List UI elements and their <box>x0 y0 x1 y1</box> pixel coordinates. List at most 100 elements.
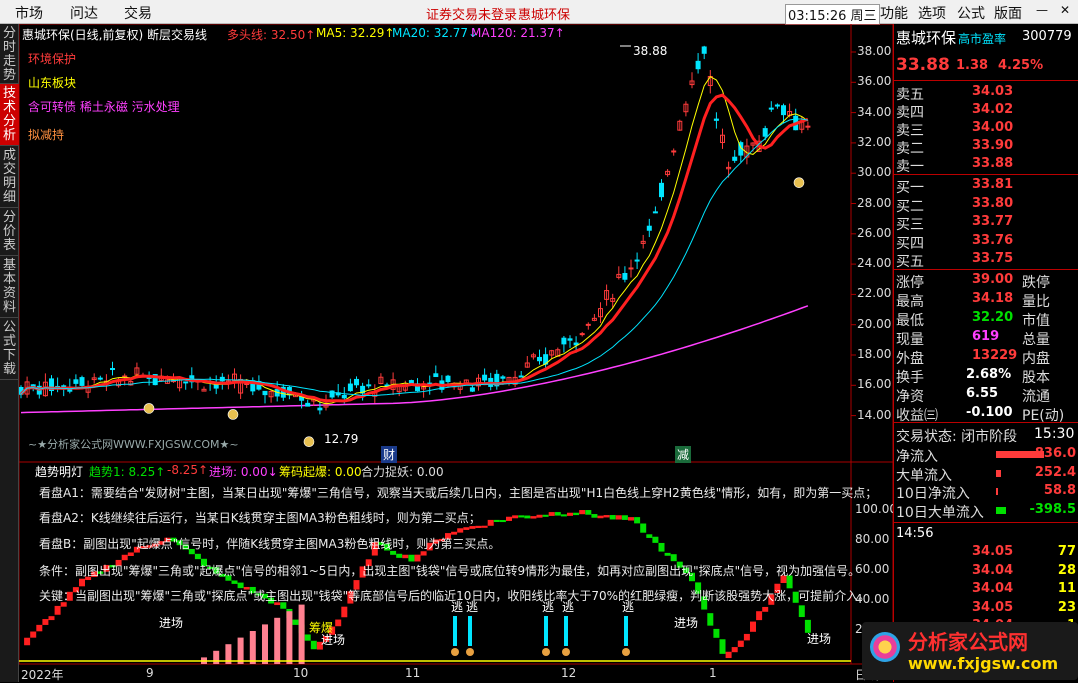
tab-intraday[interactable]: 分时走势 <box>0 24 19 84</box>
signal-escape: 逃 <box>451 600 464 614</box>
trend-step <box>756 611 763 621</box>
legend-entry: 进场: 0.00↓ <box>209 465 278 479</box>
login-notice[interactable]: 证券交易未登录 <box>426 4 517 23</box>
clock: 03:15:26 周三 <box>785 4 880 25</box>
legend-ma120: MA120: 21.37↑ <box>471 26 565 40</box>
trend-step <box>579 510 586 515</box>
tick-volume: 28 <box>1057 562 1076 578</box>
tag-shandong: 山东板块 <box>28 76 77 90</box>
trend-step <box>707 613 714 626</box>
ma5-line <box>20 76 809 405</box>
tab-trade-detail[interactable]: 成交明细 <box>0 146 19 208</box>
escape-signal-bar <box>624 616 628 646</box>
flow-bar <box>996 506 1006 514</box>
flow-label: 10日大单流入 <box>896 504 984 521</box>
menu-function[interactable]: 功能 <box>880 3 908 23</box>
candle-body <box>445 375 451 383</box>
menu-layout[interactable]: 版面 <box>994 3 1022 23</box>
stat-value: 34.18 <box>972 291 1014 306</box>
flow-label: 净流入 <box>896 449 938 465</box>
trend-step <box>628 517 634 521</box>
menu-market[interactable]: 市场 <box>15 3 43 23</box>
tick-price: 34.04 <box>972 581 1014 596</box>
flow-bar <box>996 488 998 495</box>
tab-basic-info[interactable]: 基本资料 <box>0 256 19 318</box>
candle-body <box>366 384 372 387</box>
legend-trend-neg: -8.25↑ <box>167 463 209 477</box>
candle-body <box>762 128 768 137</box>
divider <box>894 174 1078 175</box>
tag-reduce-holding: 拟减持 <box>28 128 65 142</box>
trend-step <box>731 647 738 653</box>
stat-label: 最高 <box>896 294 924 310</box>
price-tick-label: 34.00 <box>857 104 892 119</box>
trend-step <box>524 515 531 519</box>
flow-label: 10日净流入 <box>896 486 970 502</box>
close-icon[interactable]: ✕ <box>1060 3 1070 17</box>
price-tick-label: 22.00 <box>857 286 892 301</box>
trend-step <box>469 526 476 529</box>
candle-body <box>79 377 85 386</box>
price-tick-label: 28.00 <box>857 195 892 210</box>
ask-price: 34.00 <box>972 120 1014 135</box>
menu-trade[interactable]: 交易 <box>124 3 152 23</box>
tab-price-table[interactable]: 分价表 <box>0 208 19 256</box>
bid-label: 买五 <box>896 254 924 270</box>
legend-trend1: 趋势1: 8.25↑ <box>89 465 166 479</box>
trend-step <box>658 542 665 552</box>
minimize-button[interactable]: — <box>1036 3 1048 17</box>
candle-body <box>262 390 268 396</box>
tab-formula-download[interactable]: 公式下载 <box>0 318 19 380</box>
candle-body <box>354 378 359 386</box>
indicator-name[interactable]: 断层交易线 <box>147 26 207 43</box>
stat-label-secondary: 市值 <box>1022 313 1050 329</box>
candle-body <box>341 394 347 399</box>
candle-body <box>482 374 488 381</box>
ask-price: 33.88 <box>972 156 1014 171</box>
trend-step <box>646 534 653 538</box>
chart-canvas[interactable] <box>19 24 893 682</box>
trend-step <box>30 631 37 638</box>
candle-body <box>652 211 658 214</box>
tick-price: 34.04 <box>972 562 1014 578</box>
trend-step <box>493 519 500 522</box>
stock-name: 惠城环保 <box>896 29 957 47</box>
x-label-sep: 9 <box>146 666 154 680</box>
trend-step <box>506 516 512 521</box>
pink-volume-bar <box>262 624 268 664</box>
menu-wenda[interactable]: 问达 <box>70 3 98 23</box>
trend-step <box>743 633 750 641</box>
menu-formula[interactable]: 公式 <box>957 3 985 23</box>
candle-body <box>73 379 79 384</box>
escape-signal-icon <box>451 648 459 656</box>
pink-volume-bar <box>249 631 256 664</box>
price-tick-label: 36.00 <box>857 74 892 89</box>
note-a1: 看盘A1：需要结合"发财树"主图，当某日出现"筹爆"三角信号，观察当天或后续几日… <box>39 486 878 500</box>
candle-body <box>408 380 414 384</box>
trend-step <box>36 624 43 632</box>
tab-technical[interactable]: 技术分析 <box>0 84 19 146</box>
candle-body <box>732 156 738 161</box>
stat-value: 13229 <box>972 348 1018 363</box>
pink-volume-bar <box>298 604 305 664</box>
trend-step <box>414 554 421 562</box>
candle-body <box>518 375 524 378</box>
trend-step <box>652 536 659 543</box>
flow-value: 836.0 <box>1034 446 1076 461</box>
trend-step <box>457 528 464 533</box>
signal-escape: 逃 <box>542 600 555 614</box>
main-chart-frame <box>19 24 893 463</box>
tag-environment: 环境保护 <box>28 52 77 66</box>
price-tick-label: 18.00 <box>857 347 892 361</box>
trend-step <box>463 527 470 530</box>
menu-options[interactable]: 选项 <box>918 3 946 23</box>
price-tick-label: 24.00 <box>857 256 892 271</box>
trend-step <box>554 512 561 516</box>
x-label-oct: 10 <box>293 666 309 680</box>
candle-body <box>317 407 323 411</box>
chart-area[interactable]: 惠城环保(日线,前复权) 断层交易线 多头线: 32.50↑ MA5: 32.2… <box>19 24 897 682</box>
tick-volume: 23 <box>1057 599 1076 615</box>
trend-step <box>194 553 201 560</box>
ask-label: 卖二 <box>896 141 924 157</box>
candle-body <box>628 267 634 270</box>
